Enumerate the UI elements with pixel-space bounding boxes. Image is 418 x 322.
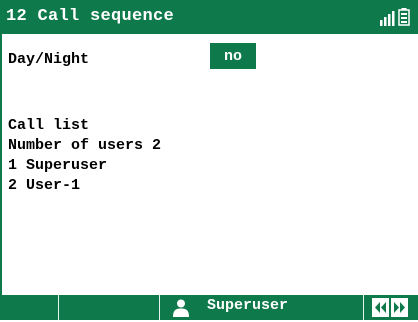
call-list-heading: Call list <box>8 117 90 134</box>
list-item[interactable]: 1 Superuser <box>8 157 107 174</box>
call-sequence-screen: 12 Call sequence Day/Night no Call list … <box>0 0 418 320</box>
user-icon <box>173 299 189 317</box>
softkey-2[interactable] <box>59 295 159 320</box>
user-count: Number of users 2 <box>8 137 162 154</box>
left-edge-bar <box>0 34 2 295</box>
battery-icon <box>398 8 410 26</box>
day-night-label: Day/Night <box>8 51 90 68</box>
list-item[interactable]: 2 User-1 <box>8 177 80 194</box>
double-chevron-right-icon <box>394 302 405 313</box>
softkey-divider <box>363 295 364 320</box>
softkey-1[interactable] <box>0 295 58 320</box>
next-button[interactable] <box>391 298 408 317</box>
page-title: 12 Call sequence <box>6 7 175 26</box>
day-night-toggle[interactable]: no <box>210 43 256 69</box>
current-user-label: Superuser <box>207 297 289 314</box>
previous-button[interactable] <box>372 298 389 317</box>
double-chevron-left-icon <box>375 302 386 313</box>
signal-bars-icon <box>380 11 395 26</box>
title-bar: 12 Call sequence <box>0 0 418 34</box>
